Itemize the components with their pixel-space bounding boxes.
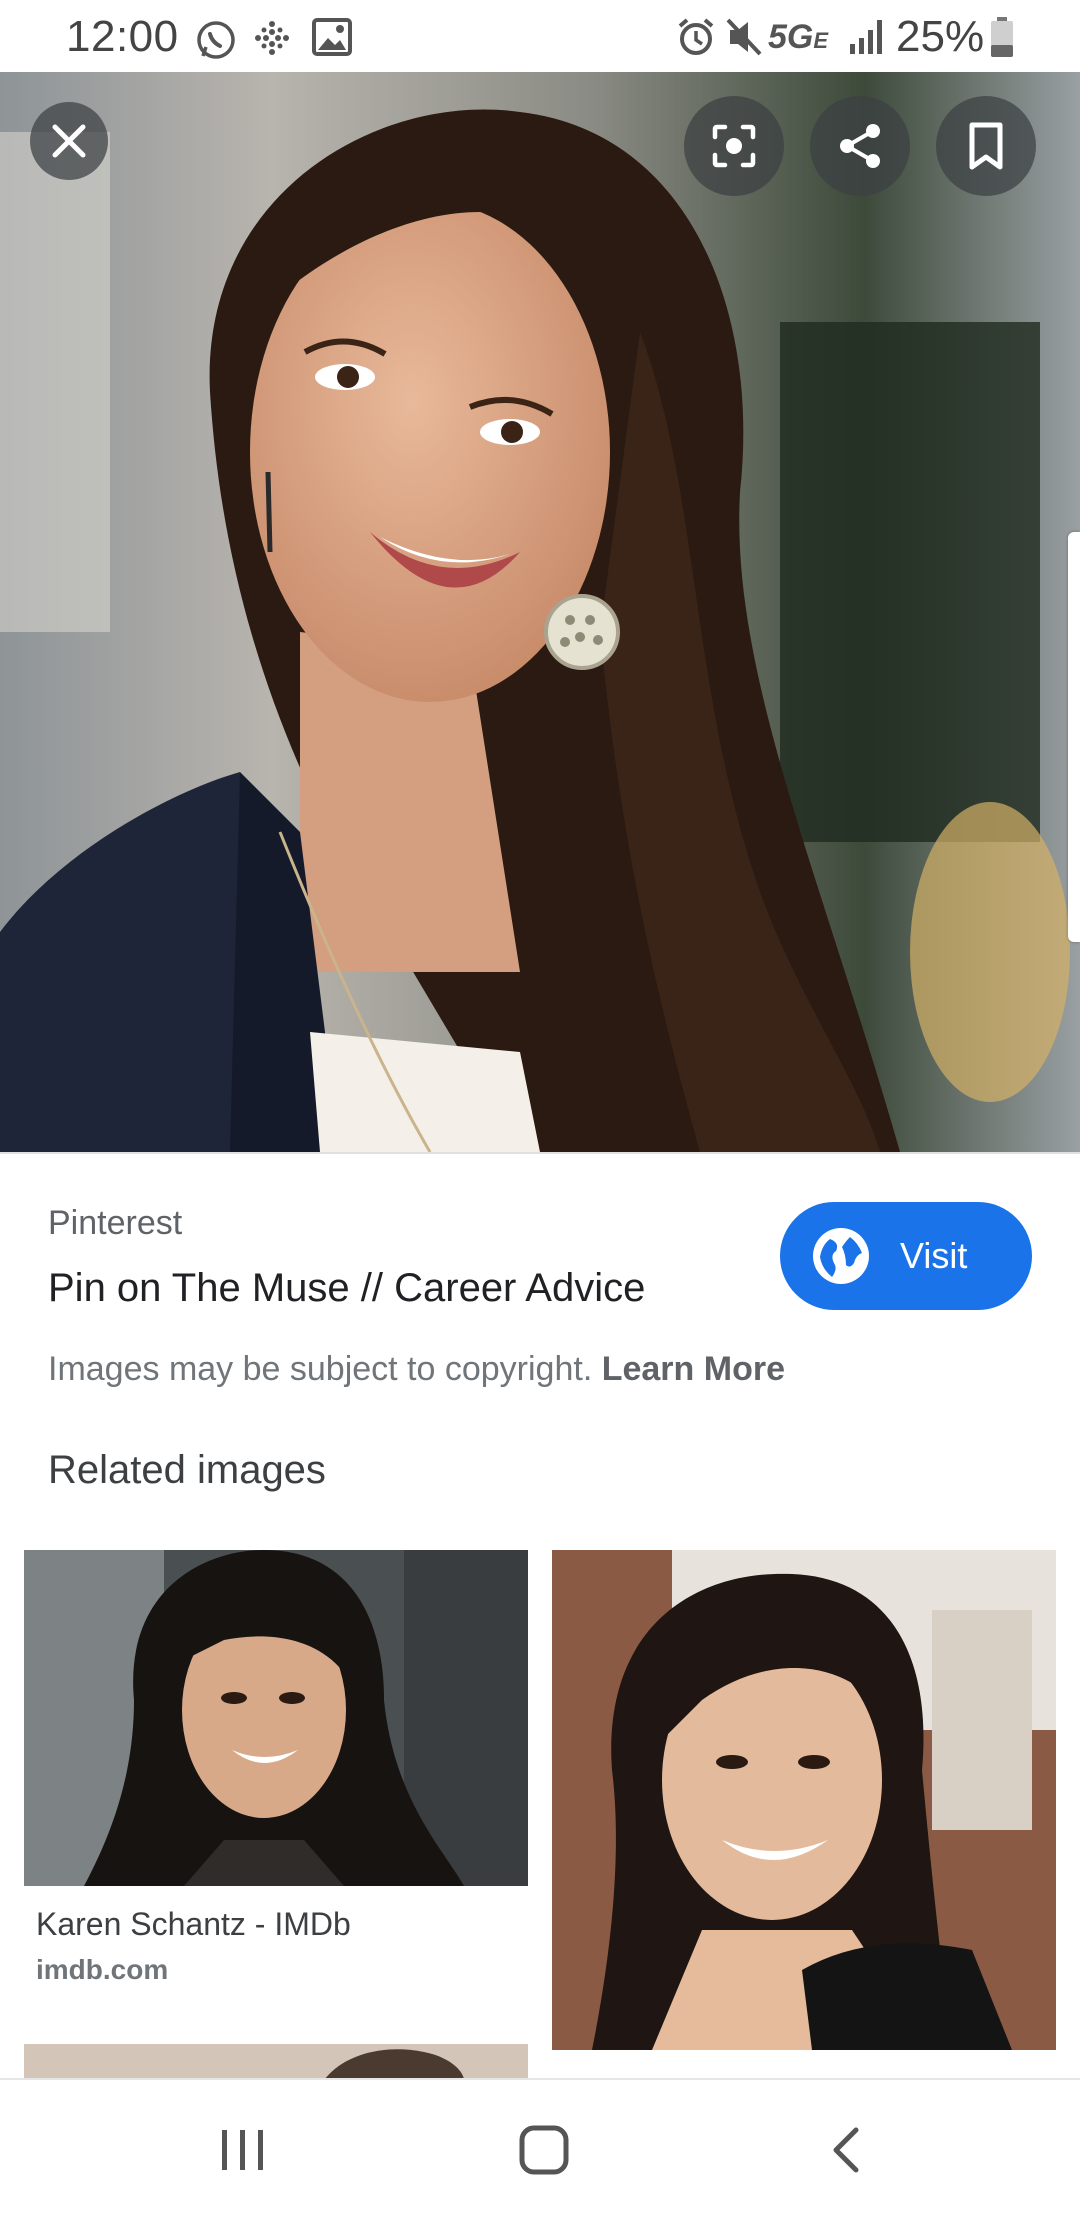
alarm-icon — [678, 18, 714, 55]
source-name[interactable]: Pinterest — [48, 1204, 182, 1243]
grid-dots-icon — [255, 21, 289, 55]
globe-icon — [813, 1228, 869, 1284]
bookmark-icon — [969, 122, 1003, 170]
status-bar: 12:00 5GE 25% — [0, 0, 1080, 72]
portrait-photo — [0, 72, 1080, 1152]
share-button[interactable] — [810, 96, 910, 196]
copyright-text: Images may be subject to copyright. — [48, 1350, 593, 1388]
main-image[interactable] — [0, 72, 1080, 1152]
share-icon — [840, 124, 880, 168]
divider — [0, 1152, 1080, 1154]
learn-more-link[interactable]: Learn More — [602, 1350, 785, 1388]
status-time: 12:00 — [66, 12, 179, 61]
copyright-notice: Images may be subject to copyright. Lear… — [48, 1350, 785, 1389]
back-icon[interactable] — [826, 2120, 866, 2180]
recents-icon[interactable] — [216, 2120, 270, 2180]
navigation-bar — [0, 2078, 1080, 2220]
close-button[interactable] — [30, 102, 108, 180]
network-type: 5GE — [768, 18, 829, 56]
lens-icon — [712, 124, 756, 168]
related-domain-1: imdb.com — [36, 1954, 169, 1985]
home-icon[interactable] — [514, 2120, 574, 2180]
battery-level: 25% — [896, 12, 985, 61]
related-image-2[interactable] — [552, 1550, 1056, 2050]
scroll-handle[interactable] — [1068, 532, 1080, 942]
related-images-heading: Related images — [48, 1448, 326, 1492]
close-icon — [52, 124, 86, 158]
signal-icon — [850, 20, 882, 54]
related-thumbnail-1 — [24, 1550, 528, 1886]
whatsapp-icon — [197, 21, 235, 59]
visit-label: Visit — [900, 1235, 968, 1276]
lens-button[interactable] — [684, 96, 784, 196]
result-title[interactable]: Pin on The Muse // Career Advice — [48, 1266, 645, 1311]
related-caption-1[interactable]: Karen Schantz - IMDb — [36, 1906, 351, 1943]
related-thumbnail-2 — [552, 1550, 1056, 2050]
mute-icon — [726, 18, 762, 56]
related-image-3[interactable] — [24, 2044, 528, 2080]
visit-button[interactable]: Visit — [780, 1202, 1032, 1310]
related-image-1[interactable] — [24, 1550, 528, 1886]
related-thumbnail-3 — [24, 2044, 528, 2080]
save-button[interactable] — [936, 96, 1036, 196]
gallery-icon — [312, 18, 352, 56]
battery-icon — [991, 17, 1013, 57]
